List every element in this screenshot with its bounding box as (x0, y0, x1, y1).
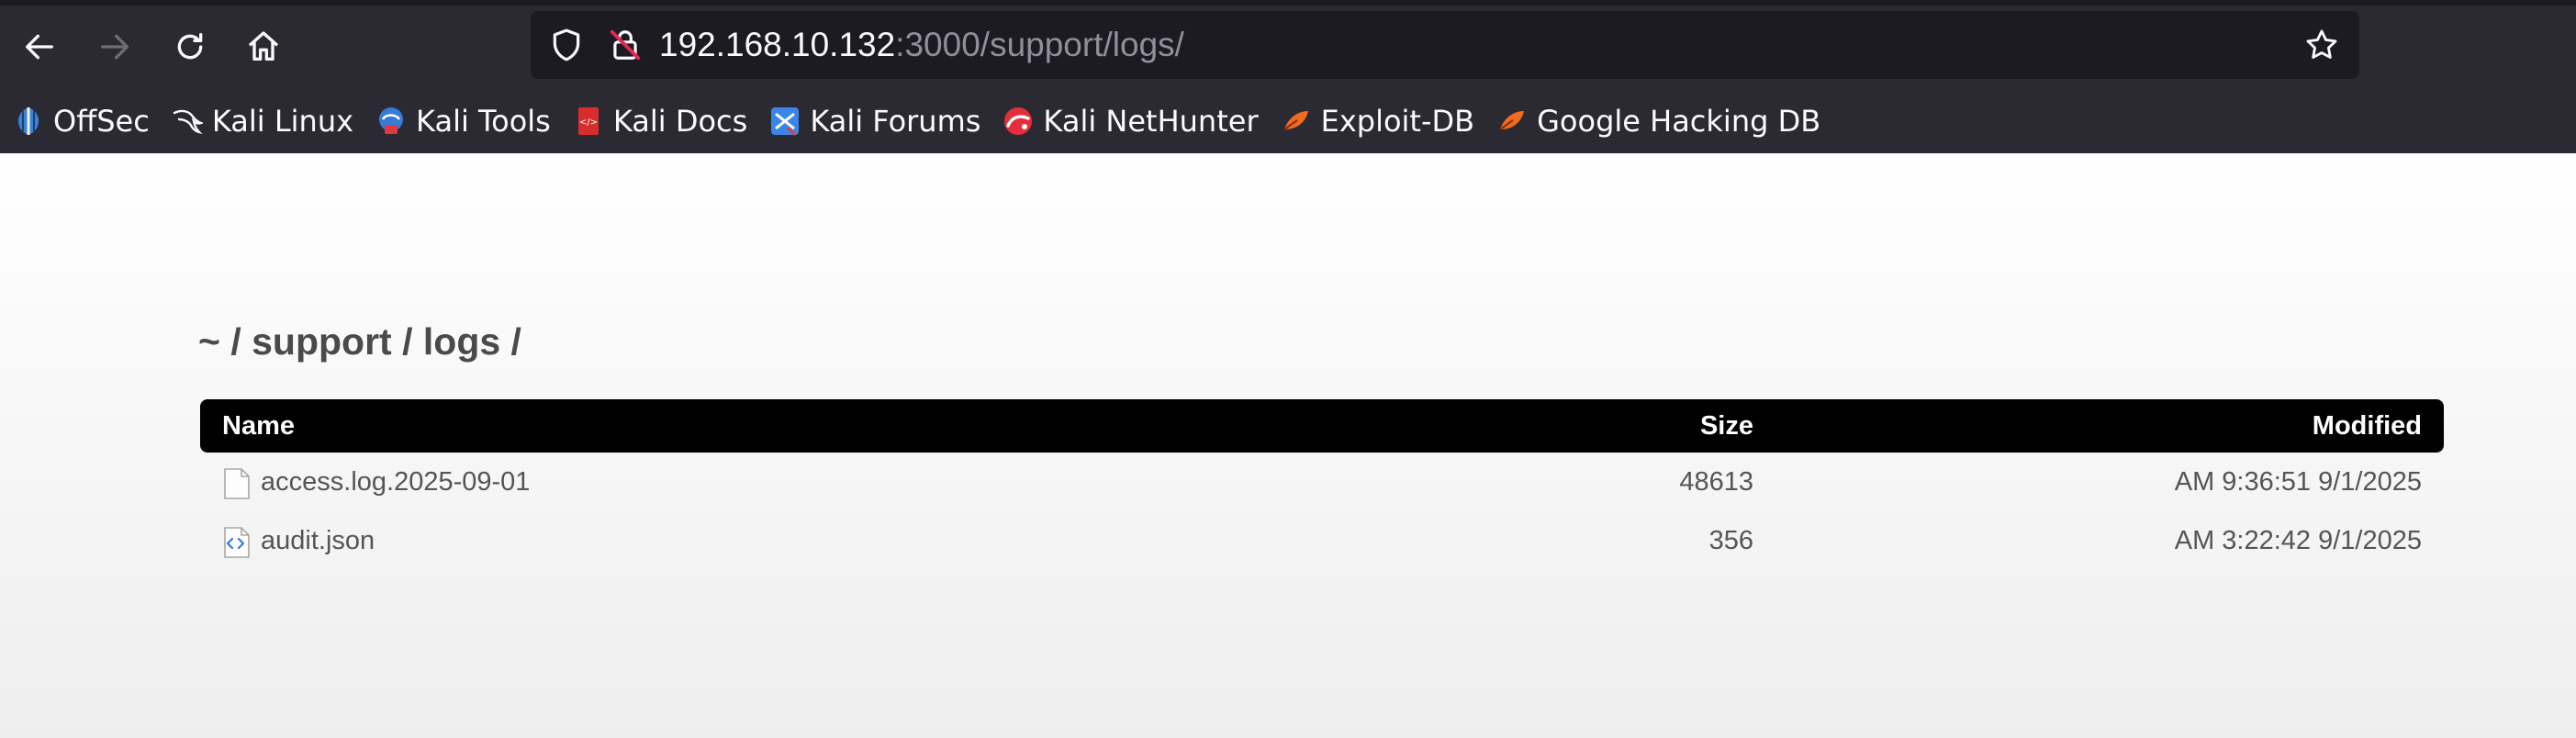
bookmark-offsec[interactable]: OffSec (13, 95, 150, 147)
code-file-icon (224, 527, 250, 558)
bookmark-label: Kali Docs (612, 104, 748, 139)
bookmark-kali-nethunter[interactable]: Kali NetHunter (1002, 95, 1259, 147)
column-header-modified[interactable]: Modified (2313, 399, 2422, 453)
ghdb-icon (1496, 106, 1528, 137)
url-host: 192.168.10.132 (659, 26, 896, 63)
url-text[interactable]: 192.168.10.132:3000/support/logs/ (659, 11, 1184, 79)
forward-arrow-icon (101, 34, 129, 60)
kali-forums-icon (769, 106, 801, 137)
bookmark-kali-tools[interactable]: Kali Tools (375, 95, 551, 147)
insecure-lock-icon[interactable] (608, 28, 643, 62)
home-button[interactable] (233, 17, 294, 77)
file-table: Name Size Modified access.log.2025-09-01… (200, 399, 2444, 570)
table-header: Name Size Modified (200, 399, 2444, 453)
file-icon (224, 468, 250, 499)
table-row[interactable]: audit.json 356 AM 3:22:42 9/1/2025 (200, 511, 2444, 570)
browser-chrome: 192.168.10.132:3000/support/logs/ OffSec… (0, 0, 2576, 153)
bookmark-label: Kali NetHunter (1043, 104, 1259, 139)
bookmark-label: Kali Tools (416, 104, 551, 139)
bookmark-kali-forums[interactable]: Kali Forums (769, 95, 980, 147)
page-content: ~ / support / logs / Name Size Modified … (0, 153, 2576, 738)
back-button[interactable] (9, 17, 70, 77)
reload-icon (177, 33, 203, 60)
bookmark-label: OffSec (53, 104, 150, 139)
forward-button[interactable] (84, 17, 145, 77)
column-header-size[interactable]: Size (1700, 399, 1753, 453)
bookmark-star-icon[interactable] (2304, 28, 2339, 62)
back-arrow-icon (26, 34, 53, 60)
column-header-name[interactable]: Name (222, 399, 295, 453)
address-bar[interactable]: 192.168.10.132:3000/support/logs/ (531, 11, 2359, 79)
bookmark-kali-linux[interactable]: Kali Linux (172, 95, 353, 147)
bookmark-label: Google Hacking DB (1537, 104, 1821, 139)
bookmark-label: Kali Linux (211, 104, 354, 139)
file-name-link[interactable]: audit.json (261, 511, 375, 570)
bookmark-label: Kali Forums (810, 104, 981, 139)
breadcrumb[interactable]: ~ / support / logs / (198, 320, 521, 363)
reload-button[interactable] (160, 17, 220, 77)
bookmark-kali-docs[interactable]: </> Kali Docs (573, 95, 747, 147)
tab-strip-edge (0, 0, 2576, 6)
exploit-db-icon (1281, 106, 1312, 137)
file-modified: AM 9:36:51 9/1/2025 (2174, 467, 2422, 497)
kali-tools-icon (375, 106, 407, 137)
bookmark-exploit-db[interactable]: Exploit-DB (1281, 95, 1475, 147)
kali-nethunter-icon (1002, 106, 1034, 137)
table-row[interactable]: access.log.2025-09-01 48613 AM 9:36:51 9… (200, 453, 2444, 511)
url-path: :3000/support/logs/ (895, 26, 1184, 63)
file-size: 356 (1708, 526, 1753, 555)
home-icon (248, 31, 279, 62)
file-modified: AM 3:22:42 9/1/2025 (2174, 526, 2422, 555)
offsec-icon (13, 106, 44, 137)
svg-text:</>: </> (579, 117, 598, 128)
bookmark-label: Exploit-DB (1320, 104, 1475, 139)
bookmarks-toolbar: OffSec Kali Linux Kali Tools </> Kali Do… (0, 95, 2576, 147)
file-name-link[interactable]: access.log.2025-09-01 (261, 453, 530, 511)
kali-dragon-icon (172, 106, 203, 137)
bookmark-google-hacking-db[interactable]: Google Hacking DB (1496, 95, 1820, 147)
file-size: 48613 (1679, 467, 1753, 497)
shield-icon[interactable] (549, 28, 584, 62)
kali-docs-icon: </> (573, 106, 604, 137)
